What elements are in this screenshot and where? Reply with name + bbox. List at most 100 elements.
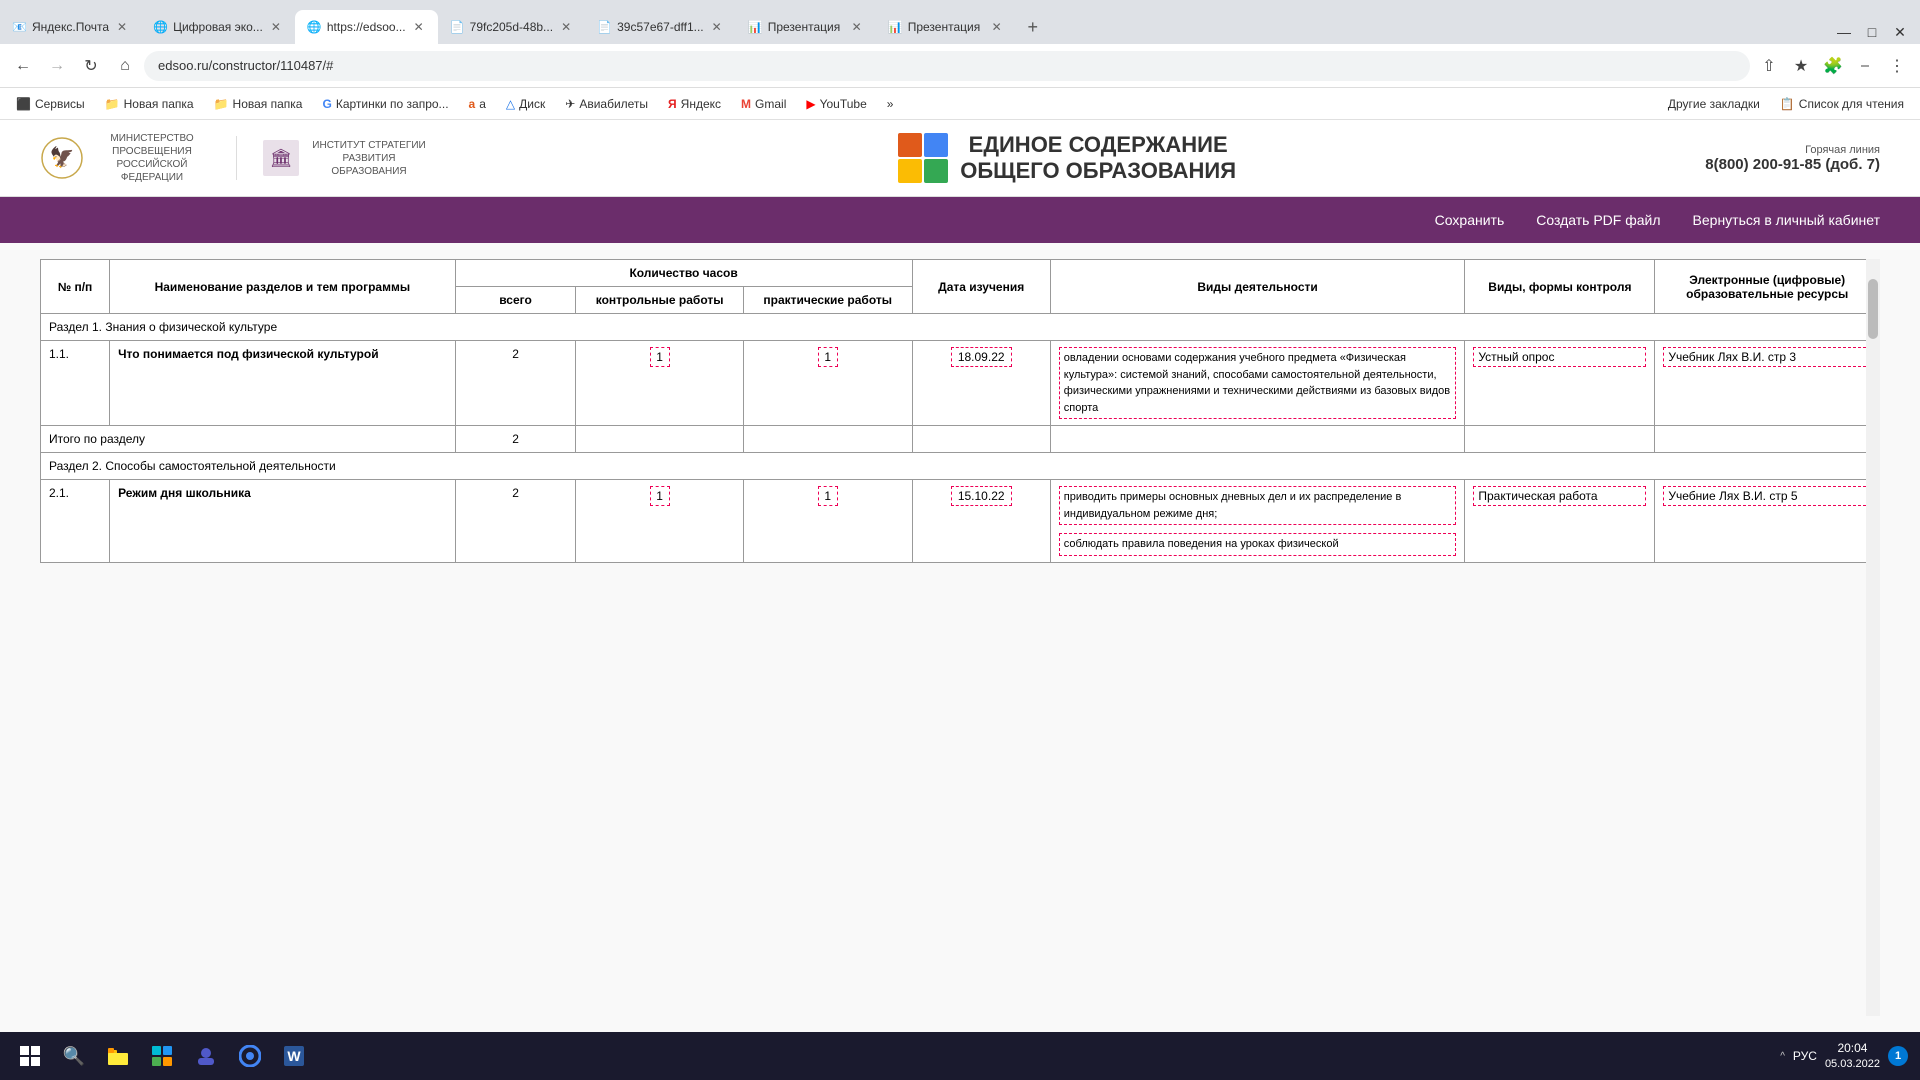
row21-resources-input[interactable]: Учебние Лях В.И. стр 5 bbox=[1663, 486, 1871, 506]
tab-close-edsoo[interactable]: ✕ bbox=[412, 18, 426, 36]
row21-control-input[interactable]: Практическая работа bbox=[1473, 486, 1646, 506]
bookmark-services-label: Сервисы bbox=[35, 97, 85, 111]
tab-close-pres2[interactable]: ✕ bbox=[990, 18, 1004, 36]
create-pdf-button[interactable]: Создать PDF файл bbox=[1536, 208, 1660, 232]
row21-hours-practical: 1 bbox=[743, 480, 912, 563]
time-display: 20:04 bbox=[1825, 1040, 1880, 1057]
tab-close-yandex[interactable]: ✕ bbox=[115, 18, 129, 36]
forward-button[interactable]: → bbox=[42, 51, 72, 81]
tab-presentation2[interactable]: 📊 Презентация ✕ bbox=[876, 10, 1016, 44]
tab-favicon-39c5: 📄 bbox=[597, 20, 611, 34]
row21-hours-control-input[interactable]: 1 bbox=[650, 486, 670, 506]
bookmark-gmail[interactable]: M Gmail bbox=[733, 94, 794, 114]
tray-expand-icon[interactable]: ^ bbox=[1780, 1051, 1785, 1062]
bookmark-folder2-icon: 📁 bbox=[214, 97, 229, 111]
taskbar-chrome[interactable] bbox=[232, 1038, 268, 1074]
hotline-number: 8(800) 200-91-85 (доб. 7) bbox=[1705, 156, 1880, 173]
tab-yandex-mail[interactable]: 📧 Яндекс.Почта ✕ bbox=[0, 10, 141, 44]
bookmark-services[interactable]: ⬛ Сервисы bbox=[8, 94, 93, 114]
share-button[interactable]: ⇧ bbox=[1754, 51, 1784, 81]
back-to-cabinet-button[interactable]: Вернуться в личный кабинет bbox=[1693, 208, 1880, 232]
back-button[interactable]: ← bbox=[8, 51, 38, 81]
reading-list-icon: 📋 bbox=[1780, 97, 1795, 111]
row11-control: Устный опрос bbox=[1465, 341, 1655, 426]
bookmark-youtube[interactable]: ▶ YouTube bbox=[798, 94, 874, 114]
bookmarks-more-button[interactable]: » bbox=[879, 94, 902, 114]
row21-num: 2.1. bbox=[41, 480, 110, 563]
row11-num: 1.1. bbox=[41, 341, 110, 426]
taskbar-teams[interactable] bbox=[188, 1038, 224, 1074]
bookmark-google-images[interactable]: G Картинки по запро... bbox=[314, 94, 456, 114]
bookmark-avia-label: Авиабилеты bbox=[579, 97, 648, 111]
profile-menu-button[interactable]: ⎯ bbox=[1850, 51, 1880, 81]
bookmark-disk-icon: △ bbox=[506, 97, 515, 111]
notification-badge[interactable]: 1 bbox=[1888, 1046, 1908, 1066]
page-content: 🦅 МИНИСТЕРСТВО ПРОСВЕЩЕНИЯ РОССИЙСКОЙ ФЕ… bbox=[0, 120, 1920, 1032]
home-button[interactable]: ⌂ bbox=[110, 51, 140, 81]
section1-total-row: Итого по разделу 2 bbox=[41, 426, 1880, 453]
bookmark-yandex-icon: Я bbox=[668, 97, 677, 111]
section2-label: Раздел 2. Способы самостоятельной деятел… bbox=[41, 453, 1880, 480]
row11-hours-practical: 1 bbox=[743, 341, 912, 426]
tab-close-pres1[interactable]: ✕ bbox=[850, 18, 864, 36]
tab-close-digital[interactable]: ✕ bbox=[269, 18, 283, 36]
tab-title-edsoo: https://edsoo... bbox=[327, 20, 406, 34]
tab-digital[interactable]: 🌐 Цифровая эко... ✕ bbox=[141, 10, 295, 44]
url-bar[interactable] bbox=[144, 51, 1750, 81]
table-row: 2.1. Режим дня школьника 2 1 1 bbox=[41, 480, 1880, 563]
row21-hours-practical-input[interactable]: 1 bbox=[818, 486, 838, 506]
more-menu-button[interactable]: ⋮ bbox=[1882, 51, 1912, 81]
section1-header-row: Раздел 1. Знания о физической культуре bbox=[41, 314, 1880, 341]
taskbar-file-explorer[interactable] bbox=[100, 1038, 136, 1074]
tab-close-39c5[interactable]: ✕ bbox=[710, 18, 724, 36]
tab-close-79fc[interactable]: ✕ bbox=[559, 18, 573, 36]
tab-favicon-pres2: 📊 bbox=[888, 20, 902, 34]
reading-list[interactable]: 📋 Список для чтения bbox=[1772, 94, 1912, 114]
window-controls: — □ ✕ bbox=[1824, 20, 1920, 44]
tab-79fc[interactable]: 📄 79fc205d-48b... ✕ bbox=[438, 10, 585, 44]
bookmark-gmail-icon: M bbox=[741, 97, 751, 111]
maximize-button[interactable]: □ bbox=[1860, 20, 1884, 44]
tab-presentation1[interactable]: 📊 Презентация ✕ bbox=[736, 10, 876, 44]
tab-favicon-edsoo: 🌐 bbox=[307, 20, 321, 34]
save-button[interactable]: Сохранить bbox=[1435, 208, 1505, 232]
bookmark-folder1[interactable]: 📁 Новая папка bbox=[97, 94, 202, 114]
tab-39c5[interactable]: 📄 39c57e67-dff1... ✕ bbox=[585, 10, 736, 44]
bookmark-folder2[interactable]: 📁 Новая папка bbox=[206, 94, 311, 114]
row11-resources-input[interactable]: Учебник Лях В.И. стр 3 bbox=[1663, 347, 1871, 367]
row11-date-input[interactable]: 18.09.22 bbox=[951, 347, 1012, 367]
site-header: 🦅 МИНИСТЕРСТВО ПРОСВЕЩЕНИЯ РОССИЙСКОЙ ФЕ… bbox=[0, 120, 1920, 197]
tab-title-39c5: 39c57e67-dff1... bbox=[617, 20, 704, 34]
header-logos: 🦅 МИНИСТЕРСТВО ПРОСВЕЩЕНИЯ РОССИЙСКОЙ ФЕ… bbox=[40, 132, 429, 184]
close-button[interactable]: ✕ bbox=[1888, 20, 1912, 44]
section1-total-col4 bbox=[743, 426, 912, 453]
bookmark-disk[interactable]: △ Диск bbox=[498, 94, 553, 114]
bookmark-yandex[interactable]: Я Яндекс bbox=[660, 94, 729, 114]
reload-button[interactable]: ↻ bbox=[76, 51, 106, 81]
bookmark-star-button[interactable]: ★ bbox=[1786, 51, 1816, 81]
new-tab-button[interactable]: + bbox=[1016, 10, 1050, 44]
row21-activity-input[interactable]: приводить примеры основных дневных дел и… bbox=[1059, 486, 1457, 525]
row11-hours-control-input[interactable]: 1 bbox=[650, 347, 670, 367]
start-button[interactable] bbox=[12, 1038, 48, 1074]
row11-activity-input[interactable]: овладении основами содержания учебного п… bbox=[1059, 347, 1457, 419]
scrollbar-thumb[interactable] bbox=[1868, 279, 1878, 339]
purple-nav: Сохранить Создать PDF файл Вернуться в л… bbox=[0, 197, 1920, 243]
extensions-button[interactable]: 🧩 bbox=[1818, 51, 1848, 81]
taskbar-widgets[interactable] bbox=[144, 1038, 180, 1074]
chrome-icon bbox=[239, 1045, 261, 1067]
row11-hours-practical-input[interactable]: 1 bbox=[818, 347, 838, 367]
other-bookmarks[interactable]: Другие закладки bbox=[1660, 94, 1768, 114]
minimize-button[interactable]: — bbox=[1832, 20, 1856, 44]
taskbar-word[interactable]: W bbox=[276, 1038, 312, 1074]
bookmark-yandex-label: Яндекс bbox=[681, 97, 721, 111]
bookmark-a[interactable]: а a bbox=[461, 94, 494, 114]
row21-activity2-input[interactable]: соблюдать правила поведения на уроках фи… bbox=[1059, 533, 1457, 556]
bookmark-avia[interactable]: ✈ Авиабилеты bbox=[557, 94, 656, 114]
row11-control-input[interactable]: Устный опрос bbox=[1473, 347, 1646, 367]
tab-favicon-79fc: 📄 bbox=[450, 20, 464, 34]
taskbar-search-button[interactable]: 🔍 bbox=[56, 1038, 92, 1074]
tab-edsoo[interactable]: 🌐 https://edsoo... ✕ bbox=[295, 10, 438, 44]
row21-date-input[interactable]: 15.10.22 bbox=[951, 486, 1012, 506]
hotline-info: Горячая линия 8(800) 200-91-85 (доб. 7) bbox=[1705, 144, 1880, 173]
